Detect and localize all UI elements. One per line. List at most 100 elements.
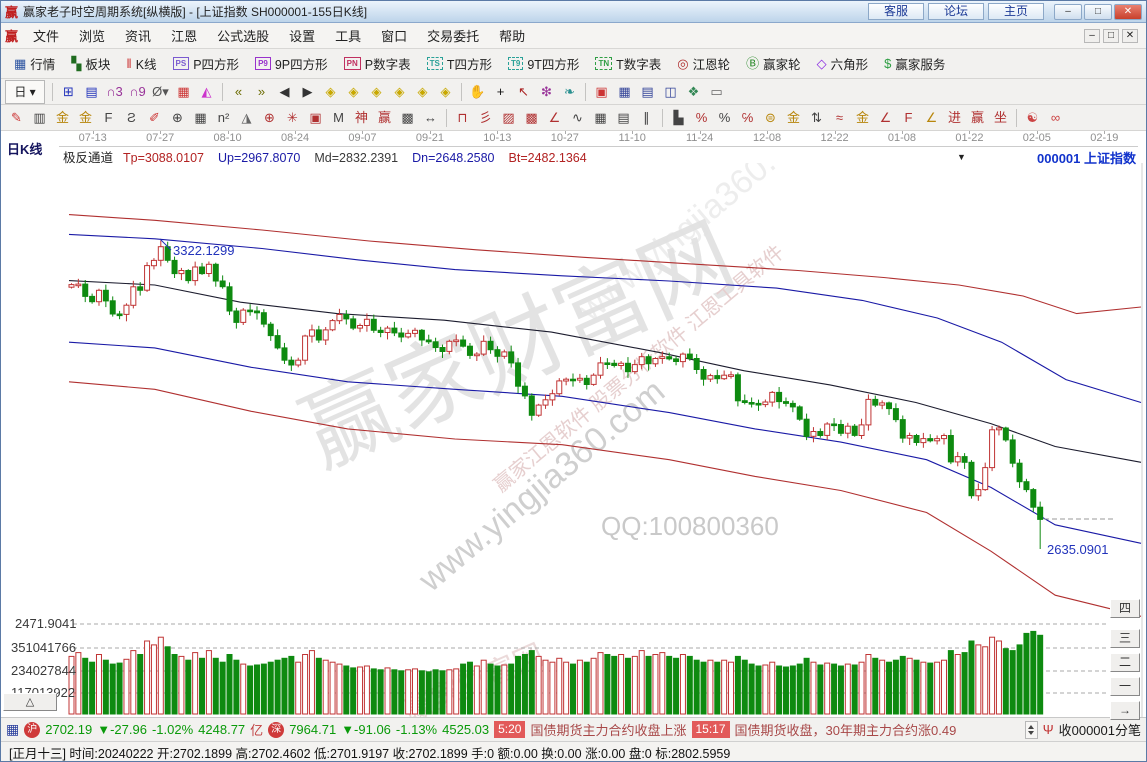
parallel-lines-tool[interactable]: ∥ [635, 107, 658, 129]
diamond-fit-all-button[interactable]: ◈ [434, 81, 457, 103]
pane-arrow-button[interactable]: → [1110, 701, 1140, 720]
menu-item-tools[interactable]: 工具 [325, 29, 371, 44]
pattern-box-tool[interactable]: ▩ [520, 107, 543, 129]
menu-item-settings[interactable]: 设置 [279, 29, 325, 44]
width-measure-tool[interactable]: ↔ [419, 107, 442, 129]
grid-square2-tool[interactable]: ▤ [612, 107, 635, 129]
hexagon-button[interactable]: ◇六角形 [810, 52, 876, 76]
winner-service-button[interactable]: $赢家服务 [877, 52, 952, 76]
save-button[interactable]: ◫ [659, 81, 682, 103]
winner-wheel-button[interactable]: Ⓑ赢家轮 [739, 52, 808, 76]
infinity-icon[interactable]: ∞ [1044, 107, 1067, 129]
angle-line-tool[interactable]: ∠ [543, 107, 566, 129]
star-ray-tool[interactable]: ✳ [281, 107, 304, 129]
gold-ratio-tool[interactable]: 金 [51, 107, 74, 129]
menu-item-browse[interactable]: 浏览 [69, 29, 115, 44]
pane-layout-3-button[interactable]: 三 [1110, 629, 1140, 648]
9t-square-button[interactable]: T99T四方形 [501, 52, 586, 76]
sectors-button[interactable]: ▚板块 [64, 52, 117, 76]
notes-button[interactable]: ▤ [636, 81, 659, 103]
quotes-button[interactable]: ▦行情 [7, 52, 62, 76]
grid-lines-tool[interactable]: ▥ [28, 107, 51, 129]
period-day-dropdown[interactable]: 日 ▾ [5, 80, 45, 104]
gann-wheel-button[interactable]: ◎江恩轮 [670, 52, 737, 76]
brush-tool[interactable]: ✐ [143, 107, 166, 129]
minimize-button[interactable]: – [1054, 4, 1082, 20]
mdi-close-button[interactable]: ✕ [1122, 29, 1138, 43]
gold-angle2-tool[interactable]: ∠ [920, 107, 943, 129]
t-number-table-button[interactable]: TNT数字表 [588, 52, 668, 76]
ying-angle-tool[interactable]: 赢 [966, 107, 989, 129]
fibonacci-tool[interactable]: F [97, 107, 120, 129]
close-button[interactable]: ✕ [1114, 4, 1142, 20]
9p-square-button[interactable]: P99P四方形 [248, 52, 335, 76]
mdi-restore-button[interactable]: □ [1103, 29, 1119, 43]
wave-band-tool[interactable]: ≈ [828, 107, 851, 129]
gann-fan-tool[interactable]: 彡 [474, 107, 497, 129]
pane-layout-2-button[interactable]: 二 [1110, 653, 1140, 672]
brain-tool-button[interactable]: ❧ [558, 81, 581, 103]
menu-item-news[interactable]: 资讯 [115, 29, 161, 44]
spiral-tool[interactable]: Ƨ [120, 107, 143, 129]
volume-pane-toggle-button[interactable]: △ [3, 693, 57, 711]
p-square-button[interactable]: PSP四方形 [166, 52, 247, 76]
mdi-minimize-button[interactable]: – [1084, 29, 1100, 43]
info-list-icon[interactable]: ▤ [80, 81, 103, 103]
maximize-button[interactable]: □ [1084, 4, 1112, 20]
percent-line-tool[interactable]: ℅ [736, 107, 759, 129]
angle-ruler-tool[interactable]: ◮ [235, 107, 258, 129]
diamond-expand-v-button[interactable]: ◈ [411, 81, 434, 103]
sit-angle-tool[interactable]: 坐 [989, 107, 1012, 129]
advance-angle-tool[interactable]: 进 [943, 107, 966, 129]
forum-button[interactable]: 论坛 [928, 3, 984, 20]
golden-egg-tool[interactable]: ⊜ [759, 107, 782, 129]
diamond-expand-h-button[interactable]: ◈ [365, 81, 388, 103]
title-bar[interactable]: 赢 赢家老子时空周期系统[纵横版] - [上证指数 SH000001-155日K… [1, 1, 1146, 23]
menu-item-trade[interactable]: 交易委托 [417, 29, 489, 44]
percent-tool[interactable]: % [713, 107, 736, 129]
menu-item-window[interactable]: 窗口 [371, 29, 417, 44]
t-square-button[interactable]: TST四方形 [420, 52, 499, 76]
drag-hand-button[interactable]: ✋ [466, 81, 489, 103]
shen-grid-tool[interactable]: 神 [350, 107, 373, 129]
menu-item-gann[interactable]: 江恩 [161, 29, 207, 44]
zigzag-tool[interactable]: ∿ [566, 107, 589, 129]
trend-angle-tool[interactable]: ∠ [874, 107, 897, 129]
first-bar-button[interactable]: « [227, 81, 250, 103]
news1-text[interactable]: 国债期货主力合约收盘上涨 [530, 720, 686, 739]
menu-item-formula-stock-pick[interactable]: 公式选股 [207, 29, 279, 44]
updown-tool[interactable]: ⇅ [805, 107, 828, 129]
p-number-table-button[interactable]: PNP数字表 [337, 52, 418, 76]
last-bar-button[interactable]: » [250, 81, 273, 103]
export-button[interactable]: ❖ [682, 81, 705, 103]
ruler-grid-tool[interactable]: ▦ [189, 107, 212, 129]
quotes-grid-icon[interactable]: ▦ [6, 721, 19, 738]
chip-distribution-icon[interactable]: ▦ [172, 81, 195, 103]
pane-layout-1-button[interactable]: 一 [1110, 677, 1140, 696]
kline-chart[interactable]: 赢家财富网 www.yingjia360.com www.yingjia360.… [1, 163, 1147, 717]
print-button[interactable]: ▭ [705, 81, 728, 103]
gold-grid-tool[interactable]: 金 [74, 107, 97, 129]
golden-line-tool[interactable]: 金 [782, 107, 805, 129]
diamond-left-button[interactable]: ◈ [319, 81, 342, 103]
menu-item-help[interactable]: 帮助 [489, 29, 535, 44]
crosshair-button[interactable]: + [489, 81, 512, 103]
news2-text[interactable]: 国债期货收盘，30年期主力合约涨0.49 [735, 720, 957, 739]
volume-profile-tool[interactable]: ▙ [667, 107, 690, 129]
mini-chart-9-icon[interactable]: ∩9 [126, 81, 149, 103]
flower-tool-button[interactable]: ❇ [535, 81, 558, 103]
chip-bottle-icon[interactable]: Ø▾ [149, 81, 172, 103]
calculator-button[interactable]: ▦ [613, 81, 636, 103]
pointer-button[interactable]: ↖ [512, 81, 535, 103]
homepage-button[interactable]: 主页 [988, 3, 1044, 20]
news-scroll-spinner[interactable] [1025, 721, 1038, 739]
chart-window-icon[interactable]: ⊞ [57, 81, 80, 103]
menu-item-file[interactable]: 文件 [23, 29, 69, 44]
diamond-right-button[interactable]: ◈ [342, 81, 365, 103]
color-volume-icon[interactable]: ◭ [195, 81, 218, 103]
diamond-shrink-h-button[interactable]: ◈ [388, 81, 411, 103]
grid-square-tool[interactable]: ▦ [589, 107, 612, 129]
kline-button[interactable]: ‖K线 [119, 52, 163, 76]
f-angle-tool[interactable]: F [897, 107, 920, 129]
frame-tool[interactable]: ⊓ [451, 107, 474, 129]
